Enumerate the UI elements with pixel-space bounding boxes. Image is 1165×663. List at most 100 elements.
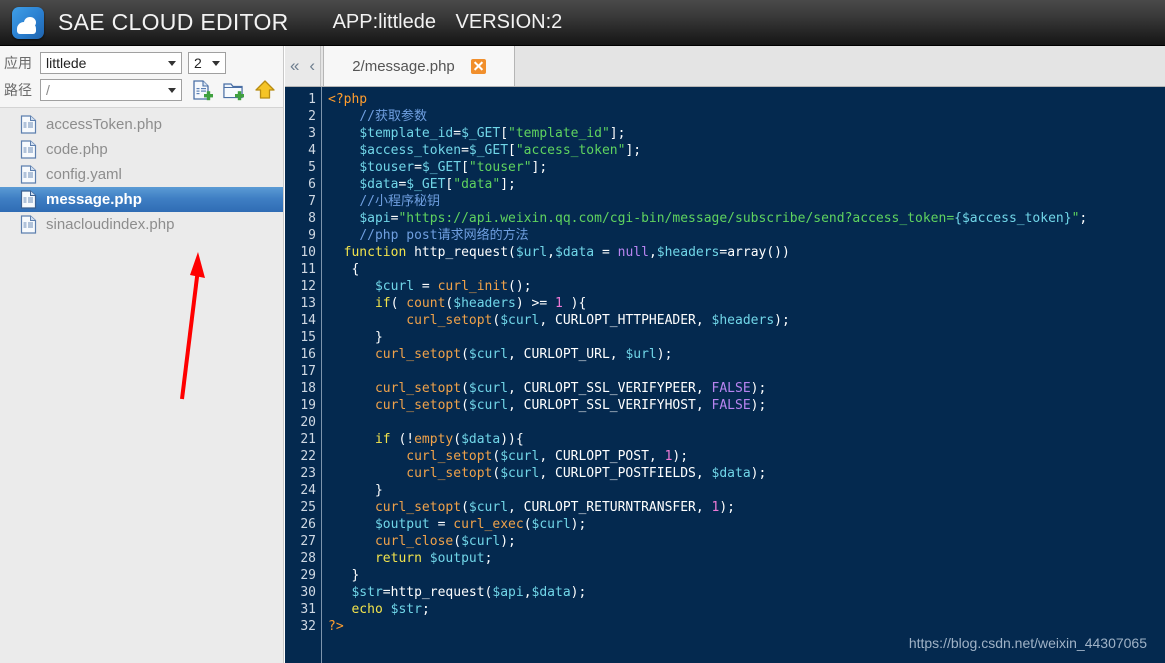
code-line: $template_id=$_GET["template_id"];	[359, 126, 626, 141]
code-line: $data=$_GET["data"];	[359, 177, 516, 192]
line-number: 26	[300, 517, 316, 532]
php-file-icon	[20, 190, 37, 209]
line-number: 17	[300, 364, 316, 379]
list-item-selected[interactable]: message.php	[0, 187, 283, 212]
upload-icon[interactable]	[253, 79, 277, 101]
application-row: 应用 littlede 2	[0, 49, 283, 76]
file-name: accessToken.php	[46, 116, 162, 133]
new-file-icon[interactable]	[191, 79, 215, 101]
file-name: code.php	[46, 141, 108, 158]
path-label: 路径	[4, 82, 32, 99]
application-select-value: littlede	[46, 54, 87, 71]
line-number: 27	[300, 534, 316, 549]
code-line: <?php	[328, 92, 368, 107]
page-title: SAE CLOUD EDITOR	[58, 9, 289, 35]
code-line: //获取参数	[359, 109, 427, 124]
line-number: 5	[308, 160, 316, 175]
version-label: VERSION:2	[455, 11, 563, 33]
line-number: 24	[300, 483, 316, 498]
list-item[interactable]: accessToken.php	[0, 112, 283, 137]
path-select-value: /	[46, 81, 50, 98]
line-number: 11	[300, 262, 316, 277]
line-number: 25	[300, 500, 316, 515]
code-line: if( count($headers) >= 1 ){	[374, 296, 587, 311]
tab-nav-prev-icon[interactable]: ‹	[309, 56, 315, 76]
list-item[interactable]: sinacloudindex.php	[0, 212, 283, 237]
line-number: 16	[300, 347, 316, 362]
code-line: function http_request($url,$data = null,…	[343, 245, 790, 260]
version-select[interactable]: 2	[188, 51, 226, 74]
application-select[interactable]: littlede	[40, 51, 182, 74]
watermark-text: https://blog.csdn.net/weixin_44307065	[908, 635, 1147, 651]
code-line: curl_setopt($curl, CURLOPT_SSL_VERIFYPEE…	[374, 381, 767, 396]
tab-nav-controls: « ‹	[285, 46, 321, 86]
code-line: $api="https://api.weixin.qq.com/cgi-bin/…	[359, 211, 1088, 226]
cloud-logo-icon	[12, 6, 44, 39]
line-number: 22	[300, 449, 316, 464]
sidebar-controls: 应用 littlede 2 路径 /	[0, 46, 283, 108]
file-sidebar: 应用 littlede 2 路径 / accessToken.php code.…	[0, 46, 284, 663]
chevron-down-icon	[168, 60, 176, 66]
code-line: curl_setopt($curl, CURLOPT_SSL_VERIFYHOS…	[374, 398, 767, 413]
line-number: 23	[300, 466, 316, 481]
line-number: 6	[308, 177, 316, 192]
line-number: 28	[300, 551, 316, 566]
file-name: message.php	[46, 191, 142, 208]
code-content[interactable]: <?php //获取参数 $template_id=$_GET["templat…	[322, 87, 1165, 663]
line-number: 4	[308, 143, 316, 158]
code-line: curl_setopt($curl, CURLOPT_POST, 1);	[406, 449, 689, 464]
code-line: curl_setopt($curl, CURLOPT_URL, $url);	[374, 347, 673, 362]
code-line: ?>	[328, 619, 344, 634]
list-item[interactable]: code.php	[0, 137, 283, 162]
new-folder-icon[interactable]	[222, 79, 246, 101]
line-number: 14	[300, 313, 316, 328]
line-number: 10	[300, 245, 316, 260]
sae-cloud-editor-window: SAE CLOUD EDITOR APP:littlede VERSION:2 …	[0, 0, 1165, 663]
tab-message-php[interactable]: 2/message.php	[323, 46, 515, 86]
code-line: }	[328, 568, 360, 583]
code-line: curl_setopt($curl, CURLOPT_RETURNTRANSFE…	[374, 500, 736, 515]
code-line: {	[328, 262, 360, 277]
line-number: 2	[308, 109, 316, 124]
code-line: if (!empty($data)){	[374, 432, 524, 447]
php-file-icon	[20, 215, 37, 234]
code-line: //php post请求网络的方法	[359, 228, 529, 243]
editor-tabbar: « ‹ 2/message.php	[285, 46, 1165, 87]
chevron-down-icon	[168, 87, 176, 93]
list-item[interactable]: config.yaml	[0, 162, 283, 187]
chevron-down-icon	[212, 60, 220, 66]
line-number: 1	[308, 92, 316, 107]
code-line: $curl = curl_init();	[374, 279, 532, 294]
line-number: 8	[308, 211, 316, 226]
yaml-file-icon	[20, 165, 37, 184]
path-select[interactable]: /	[40, 78, 182, 101]
line-number: 30	[300, 585, 316, 600]
file-list: accessToken.php code.php config.yaml mes…	[0, 108, 283, 237]
file-name: sinacloudindex.php	[46, 216, 175, 233]
sidebar-toolbar	[191, 79, 277, 101]
tab-nav-first-icon[interactable]: «	[290, 56, 299, 76]
code-line: }	[328, 330, 383, 345]
php-file-icon	[20, 140, 37, 159]
app-name-label: APP:littlede	[332, 11, 436, 33]
line-number: 29	[300, 568, 316, 583]
header-meta: APP:littlede VERSION:2	[333, 11, 577, 34]
line-number: 7	[308, 194, 316, 209]
code-editor[interactable]: 1 2 3 4 5 6 7 8 9 10 11 12 13 14 15 16 17 18 19 20 21 22 23 24 2…	[285, 87, 1165, 663]
version-select-value: 2	[194, 54, 202, 71]
file-name: config.yaml	[46, 166, 122, 183]
line-number: 18	[300, 381, 316, 396]
app-header: SAE CLOUD EDITOR APP:littlede VERSION:2	[0, 0, 1165, 46]
line-number-gutter: 1 2 3 4 5 6 7 8 9 10 11 12 13 14 15 16 17 18 19 20 21 22 23 24 2…	[285, 87, 322, 663]
close-icon[interactable]	[470, 58, 486, 74]
application-label: 应用	[4, 55, 32, 72]
line-number: 31	[300, 602, 316, 617]
code-line: $str=http_request($api,$data);	[351, 585, 587, 600]
code-line: $output = curl_exec($curl);	[374, 517, 587, 532]
code-line: echo $str;	[351, 602, 430, 617]
line-number: 19	[300, 398, 316, 413]
line-number: 13	[300, 296, 316, 311]
tab-label: 2/message.php	[352, 57, 455, 75]
